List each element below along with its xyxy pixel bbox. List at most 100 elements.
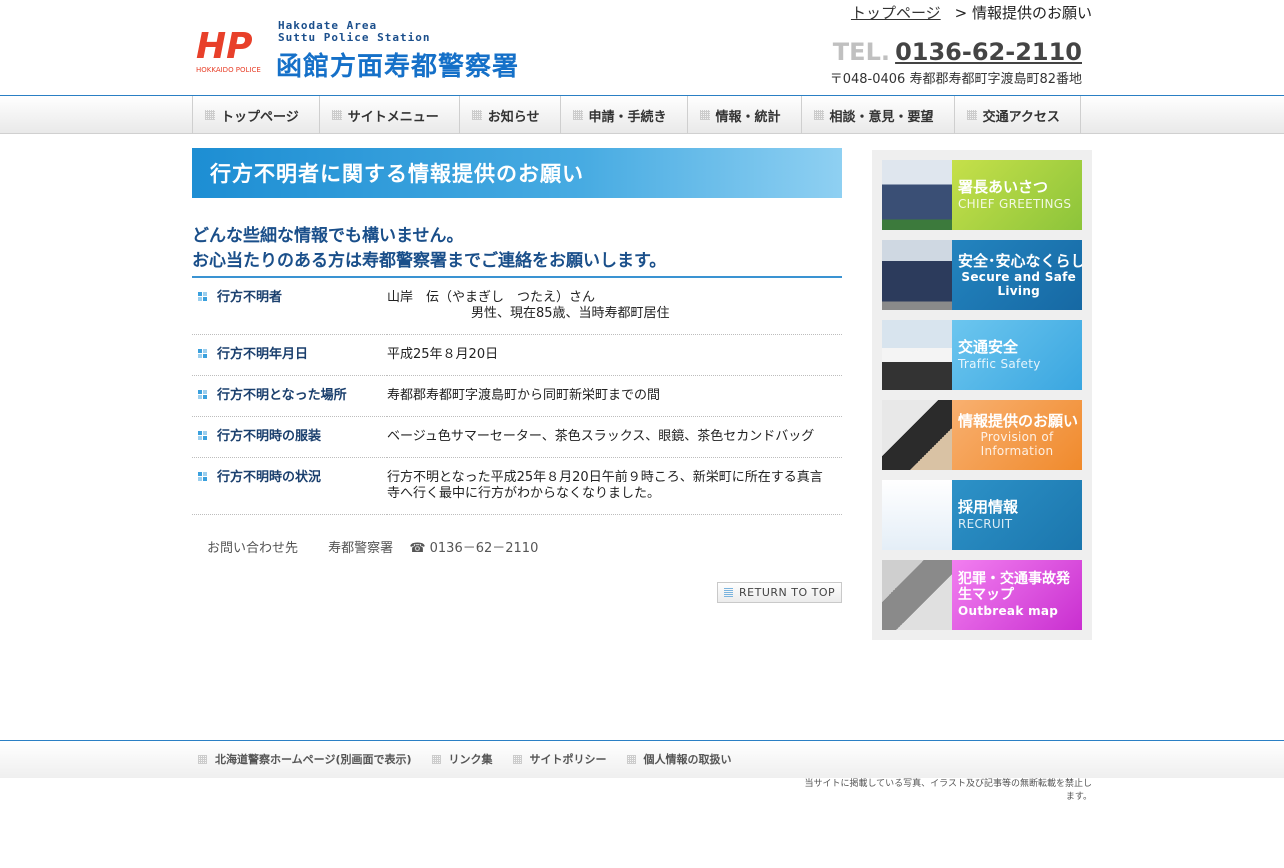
banner-recruit[interactable]: 採用情報 RECRUIT — [882, 480, 1082, 550]
banner-subtitle: CHIEF GREETINGS — [958, 197, 1072, 211]
banner-text: 安全･安心なくらし Secure and Safe Living — [952, 240, 1082, 310]
banner-subtitle: RECRUIT — [958, 517, 1013, 531]
svg-text:HOKKAIDO POLICE: HOKKAIDO POLICE — [196, 66, 261, 74]
nav-item-news[interactable]: お知らせ — [460, 96, 561, 134]
footer-bullet-icon — [198, 754, 207, 764]
nav-bullet-icon — [813, 110, 824, 120]
contact-org: 寿都警察署 — [328, 541, 394, 556]
global-nav: トップページ サイトメニュー お知らせ 申請・手続き 情報・統計 相談・意見・要… — [0, 95, 1284, 134]
info-row-label: 行方不明時の状況 — [192, 457, 387, 515]
banner-title: 署長あいさつ — [958, 178, 1049, 196]
banner-photo — [882, 240, 952, 310]
nav-item-applications[interactable]: 申請・手続き — [561, 96, 688, 134]
info-row: 行方不明時の状況 行方不明となった平成25年８月20日午前９時ころ、新栄町に所在す… — [192, 457, 842, 515]
site-header: HP HOKKAIDO POLICE Hakodate Area Suttu P… — [0, 0, 1284, 96]
missing-person-table: 行方不明者 山岸 伝（やまぎし つたえ）さん 男性、現在85歳、当時寿都町居住 行方不… — [192, 278, 842, 515]
nav-bullet-icon — [471, 110, 482, 120]
banner-traffic-safety[interactable]: 交通安全 Traffic Safety — [882, 320, 1082, 390]
banner-subtitle: Secure and Safe Living — [961, 270, 1077, 298]
nav-item-statistics[interactable]: 情報・統計 — [688, 96, 802, 134]
site-logo[interactable]: HP HOKKAIDO POLICE Hakodate Area Suttu P… — [194, 19, 554, 83]
return-to-top-button[interactable]: RETURN TO TOP — [717, 582, 842, 603]
footer-link-links[interactable]: リンク集 — [431, 751, 493, 767]
banner-photo — [882, 400, 952, 470]
contact-label: お問い合わせ先 — [207, 541, 299, 556]
lead-message: どんな些細な情報でも構いません。 お心当たりのある方は寿都警察署までご連絡をお願… — [192, 224, 842, 278]
info-row: 行方不明時の服装 ベージュ色サマーセーター、茶色スラックス、眼鏡、茶色セカンドバッ… — [192, 416, 842, 458]
nav-item-consultation[interactable]: 相談・意見・要望 — [802, 96, 955, 134]
square-bullet-icon — [198, 292, 208, 302]
nav-item-top[interactable]: トップページ — [193, 96, 320, 134]
banner-title: 交通安全 — [958, 338, 1019, 356]
lead-line-2: お心当たりのある方は寿都警察署までご連絡をお願いします。 — [192, 251, 667, 271]
main-content: 行方不明者に関する情報提供のお願い どんな些細な情報でも構いません。 お心当たり… — [192, 148, 842, 603]
banner-title: 採用情報 — [958, 498, 1019, 516]
info-row: 行方不明年月日 平成25年８月20日 — [192, 334, 842, 376]
banner-subtitle: Outbreak map — [958, 604, 1059, 618]
banner-provision-info[interactable]: 情報提供のお願い Provision of Information — [882, 400, 1082, 470]
info-row-label: 行方不明年月日 — [192, 334, 387, 376]
side-banners: 署長あいさつ CHIEF GREETINGS 安全･安心なくらし Secure and… — [872, 150, 1092, 640]
nav-item-site-menu[interactable]: サイトメニュー — [320, 96, 460, 134]
banner-text: 採用情報 RECRUIT — [952, 480, 1082, 550]
info-row-label: 行方不明となった場所 — [192, 375, 387, 417]
square-bullet-icon — [198, 472, 208, 482]
copyright-notice: 当サイトに掲載している写真、イラスト及び記事等の無断転載を禁止します。 — [804, 779, 1092, 802]
nav-item-access[interactable]: 交通アクセス — [955, 96, 1081, 134]
banner-photo — [882, 320, 952, 390]
banner-title: 安全･安心なくらし — [958, 252, 1082, 270]
info-row-value: 寿都郡寿都町字渡島町から同町新栄町までの間 — [387, 375, 842, 417]
banner-title: 情報提供のお願い — [958, 412, 1079, 430]
breadcrumb-home-link[interactable]: トップページ — [851, 4, 941, 22]
banner-title: 犯罪・交通事故発生マップ — [958, 571, 1070, 603]
info-row-value: 行方不明となった平成25年８月20日午前９時ころ、新栄町に所在する真言寺へ行く最… — [387, 457, 842, 515]
nav-bullet-icon — [205, 110, 215, 120]
banner-photo — [882, 560, 952, 630]
contact-phone: ☎ 0136－62－2110 — [409, 541, 539, 556]
banner-outbreak-map[interactable]: 犯罪・交通事故発生マップ Outbreak map — [882, 560, 1082, 630]
info-row-value: ベージュ色サマーセーター、茶色スラックス、眼鏡、茶色セカンドバッグ — [387, 416, 842, 458]
page-title-bar: 行方不明者に関する情報提供のお願い — [192, 148, 842, 198]
footer-link-privacy[interactable]: 個人情報の取扱い — [626, 751, 732, 767]
breadcrumb-current: > 情報提供のお願い — [954, 4, 1092, 22]
logo-english-name: Hakodate Area Suttu Police Station — [278, 19, 431, 44]
footer-bullet-icon — [626, 754, 636, 764]
banner-subtitle: Traffic Safety — [958, 357, 1041, 371]
nav-bullet-icon — [966, 110, 977, 120]
nav-bullet-icon — [572, 110, 583, 120]
banner-photo — [882, 160, 952, 230]
info-row-value: 山岸 伝（やまぎし つたえ）さん 男性、現在85歳、当時寿都町居住 — [387, 278, 842, 335]
footer-link-site-policy[interactable]: サイトポリシー — [512, 751, 607, 767]
banner-photo — [882, 480, 952, 550]
footer-link-hokkaido-police[interactable]: 北海道警察ホームページ(別画面で表示) — [198, 751, 412, 767]
banner-text: 情報提供のお願い Provision of Information — [952, 400, 1082, 470]
banner-secure-living[interactable]: 安全･安心なくらし Secure and Safe Living — [882, 240, 1082, 310]
footer-bullet-icon — [512, 754, 522, 764]
logo-japanese-name: 函館方面寿都警察署 — [276, 52, 520, 82]
breadcrumb: トップページ > 情報提供のお願い — [851, 2, 1092, 23]
info-row-label: 行方不明者 — [192, 278, 387, 335]
info-row: 行方不明者 山岸 伝（やまぎし つたえ）さん 男性、現在85歳、当時寿都町居住 — [192, 278, 842, 335]
banner-subtitle: Provision of Information — [980, 430, 1054, 458]
banner-chief-greetings[interactable]: 署長あいさつ CHIEF GREETINGS — [882, 160, 1082, 230]
info-row: 行方不明となった場所 寿都郡寿都町字渡島町から同町新栄町までの間 — [192, 375, 842, 417]
lead-line-1: どんな些細な情報でも構いません。 — [192, 226, 464, 246]
station-address: 〒048-0406 寿都郡寿都町字渡島町82番地 — [829, 72, 1082, 87]
arrow-up-icon — [724, 588, 733, 597]
footer-bullet-icon — [431, 754, 441, 764]
phone-block: TEL. 0136-62-2110 — [833, 38, 1082, 66]
nav-bullet-icon — [331, 110, 342, 120]
square-bullet-icon — [198, 431, 208, 441]
banner-text: 署長あいさつ CHIEF GREETINGS — [952, 160, 1082, 230]
tel-number-link[interactable]: 0136-62-2110 — [895, 38, 1082, 66]
site-footer: 北海道警察ホームページ(別画面で表示) リンク集 サイトポリシー 個人情報の取扱… — [0, 740, 1284, 778]
banner-text: 交通安全 Traffic Safety — [952, 320, 1082, 390]
nav-bullet-icon — [699, 110, 710, 120]
contact-info: お問い合わせ先 寿都警察署 ☎ 0136－62－2110 — [192, 537, 842, 556]
info-row-label: 行方不明時の服装 — [192, 416, 387, 458]
tel-label: TEL. — [832, 38, 890, 66]
svg-text:HP: HP — [196, 26, 253, 67]
info-row-value: 平成25年８月20日 — [387, 334, 842, 376]
page-title: 行方不明者に関する情報提供のお願い — [210, 162, 584, 186]
square-bullet-icon — [198, 390, 208, 400]
